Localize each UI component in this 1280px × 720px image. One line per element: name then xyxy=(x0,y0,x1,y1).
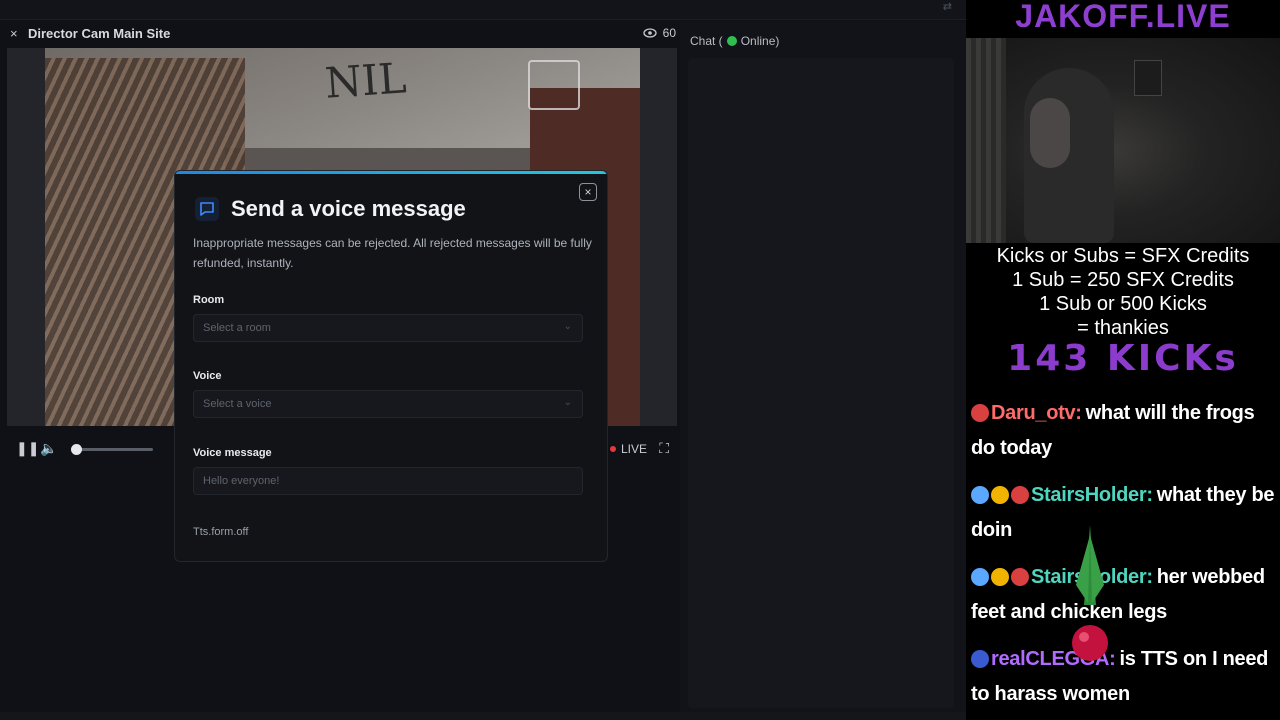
voice-message-input[interactable]: Hello everyone! xyxy=(193,467,583,495)
viewer-count: 60 xyxy=(642,26,676,40)
voice-message-label: Voice message xyxy=(193,447,272,459)
modal-description: Inappropriate messages can be rejected. … xyxy=(193,236,592,270)
chat-messages-area xyxy=(688,58,954,708)
webcam-poster xyxy=(1134,60,1162,96)
chat-label: Chat ( xyxy=(690,34,723,48)
credits-info: Kicks or Subs = SFX Credits 1 Sub = 250 … xyxy=(966,244,1280,340)
stream-overlay: JAKOFF.LIVE Kicks or Subs = SFX Credits … xyxy=(966,0,1280,720)
overlay-chat: Daru_otv: what will the frogs do today Sta… xyxy=(971,396,1280,720)
stream-app: ⇄ × Director Cam Main Site 60 NIL ❚❚ 🔈 L… xyxy=(0,0,966,720)
bottom-strip xyxy=(0,712,966,720)
viewer-count-value: 60 xyxy=(662,26,676,40)
chat-badge-icon xyxy=(991,486,1009,504)
room-select-placeholder: Select a room xyxy=(203,322,271,334)
eye-icon xyxy=(642,28,657,38)
screen: ⇄ × Director Cam Main Site 60 NIL ❚❚ 🔈 L… xyxy=(0,0,1280,720)
chevron-down-icon: ⌄ xyxy=(563,321,572,332)
webcam-curtain xyxy=(966,38,1006,243)
chat-status: Online) xyxy=(740,34,780,48)
chat-bubble-icon xyxy=(195,197,219,221)
chat-badge-icon xyxy=(971,486,989,504)
chat-header: Chat ( Online) xyxy=(690,34,779,48)
chat-username: StairsHolder: xyxy=(1031,484,1153,506)
modal-title: Send a voice message xyxy=(231,196,466,221)
chat-username: Daru_otv: xyxy=(991,402,1082,424)
voice-message-modal: × Send a voice message Inappropriate mes… xyxy=(174,170,608,562)
live-label: LIVE xyxy=(620,442,647,456)
credits-line: 1 Sub or 500 Kicks xyxy=(1039,293,1207,315)
overlay-chat-message: StairsHolder:her webbed feet and chicken… xyxy=(971,560,1280,630)
live-indicator: LIVE xyxy=(609,442,647,456)
live-dot xyxy=(609,446,616,452)
voice-label: Voice xyxy=(193,370,222,382)
modal-footer-text: Tts.form.off xyxy=(193,526,249,538)
modal-close-button[interactable]: × xyxy=(579,183,597,201)
kicks-counter: 143 KICKs xyxy=(1007,338,1239,379)
camera-header: × Director Cam Main Site 60 xyxy=(0,22,680,46)
chat-badge-icon xyxy=(1011,486,1029,504)
chat-panel: Chat ( Online) xyxy=(680,22,966,712)
top-bar: ⇄ xyxy=(0,0,966,20)
voice-select[interactable]: Select a voice ⌄ xyxy=(193,390,583,418)
overlay-chat-message: StairsHolder: what they be doin xyxy=(971,478,1280,548)
room-label: Room xyxy=(193,294,225,306)
fullscreen-icon[interactable]: ⛶ xyxy=(659,440,669,457)
voice-message-placeholder: Hello everyone! xyxy=(203,475,280,487)
site-name: JAKOFF.LIVE xyxy=(1015,0,1231,34)
credits-line: = thankies xyxy=(1077,317,1169,339)
chat-badge-icon xyxy=(971,568,989,586)
voice-select-placeholder: Select a voice xyxy=(203,398,272,410)
room-select[interactable]: Select a room ⌄ xyxy=(193,314,583,342)
overlay-chat-message: realCLEGGA: is TTS on I need to harass wo… xyxy=(971,642,1280,712)
pause-icon[interactable]: ❚❚ xyxy=(16,440,39,457)
credits-line: Kicks or Subs = SFX Credits xyxy=(996,245,1250,267)
chevron-down-icon: ⌄ xyxy=(563,397,572,408)
chat-badge-icon xyxy=(971,650,989,668)
modal-accent-bar xyxy=(175,171,607,174)
frog-logo-watermark xyxy=(528,60,580,110)
webcam-feed xyxy=(966,38,1280,243)
chat-badge-icon xyxy=(971,404,989,422)
feed-wall-writing: NIL xyxy=(323,53,408,108)
volume-slider-knob[interactable] xyxy=(71,444,82,455)
volume-slider[interactable] xyxy=(71,444,153,455)
credits-line: 1 Sub = 250 SFX Credits xyxy=(1012,269,1234,291)
chat-badge-icon xyxy=(991,568,1009,586)
webcam-face xyxy=(1030,98,1070,168)
close-camera-icon[interactable]: × xyxy=(10,26,18,41)
camera-title: Director Cam Main Site xyxy=(28,26,171,41)
top-bar-icons: ⇄ xyxy=(942,1,952,13)
volume-icon[interactable]: 🔈 xyxy=(40,440,57,457)
overlay-chat-message: Daru_otv: what will the frogs do today xyxy=(971,396,1280,466)
online-status-dot xyxy=(726,36,737,46)
chat-badge-icon xyxy=(1011,568,1029,586)
radish-emote-icon xyxy=(1072,525,1108,661)
